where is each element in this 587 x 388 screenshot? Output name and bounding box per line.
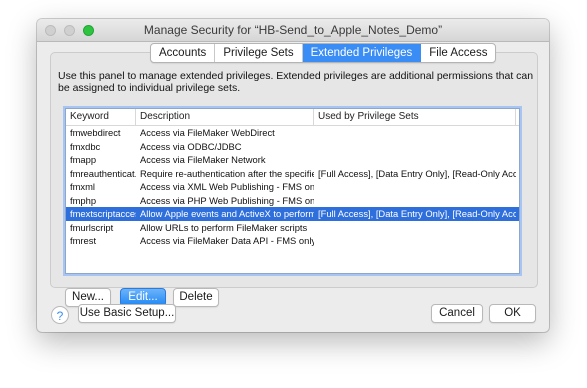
manage-security-dialog: Manage Security for “HB-Send_to_Apple_No… <box>37 19 549 332</box>
tab-accounts[interactable]: Accounts <box>151 44 216 62</box>
tab-bar: Accounts Privilege Sets Extended Privile… <box>150 43 497 63</box>
extended-privileges-table[interactable]: Keyword Description Used by Privilege Se… <box>65 108 520 274</box>
window-title: Manage Security for “HB-Send_to_Apple_No… <box>143 23 443 37</box>
cell-keyword: fmxdbc <box>70 140 101 152</box>
cell-used-by <box>314 194 516 208</box>
cell-keyword: fmextscriptaccess <box>70 208 136 219</box>
cell-used-by <box>314 221 516 235</box>
table-row[interactable]: fmwebdirect Access via FileMaker WebDire… <box>66 126 519 140</box>
column-header-description[interactable]: Description <box>136 109 314 125</box>
column-header-used-by[interactable]: Used by Privilege Sets <box>314 109 516 125</box>
use-basic-setup-button[interactable]: Use Basic Setup... <box>78 304 176 323</box>
table-row-selected[interactable]: fmextscriptaccess Allow Apple events and… <box>66 207 519 221</box>
cell-keyword: fmwebdirect <box>70 127 121 138</box>
cell-keyword: fmapp <box>70 154 97 165</box>
cell-used-by <box>314 153 516 167</box>
table-row[interactable]: fmapp Access via FileMaker Network <box>66 153 519 167</box>
cell-keyword: fmxml <box>70 181 95 192</box>
cell-description: Access via FileMaker Data API - FMS only <box>140 235 314 246</box>
cell-keyword: fmrest <box>70 235 97 246</box>
cell-description: Allow URLs to perform FileMaker scripts <box>140 221 308 233</box>
minimize-window-button[interactable] <box>64 25 75 36</box>
cell-description: Access via XML Web Publishing - FMS only <box>140 181 314 192</box>
cell-keyword: fmphp <box>70 194 97 206</box>
table-row[interactable]: fmxdbc Access via ODBC/JDBC <box>66 140 519 154</box>
cell-description: Access via FileMaker Network <box>140 154 266 165</box>
cell-description: Allow Apple events and ActiveX to perfor… <box>140 208 314 219</box>
cell-used-by <box>314 140 516 154</box>
cancel-button[interactable]: Cancel <box>431 304 483 323</box>
cell-description: Require re-authentication after the spec… <box>140 167 314 179</box>
close-window-button[interactable] <box>45 25 56 36</box>
delete-button[interactable]: Delete <box>173 288 219 307</box>
ok-button[interactable]: OK <box>489 304 536 323</box>
table-row[interactable]: fmxml Access via XML Web Publishing - FM… <box>66 180 519 194</box>
tab-panel: Use this panel to manage extended privil… <box>50 52 538 307</box>
table-row[interactable]: fmurlscript Allow URLs to perform FileMa… <box>66 221 519 235</box>
tab-extended-privileges[interactable]: Extended Privileges <box>302 44 422 62</box>
help-icon[interactable]: ? <box>51 306 69 324</box>
cell-used-by: [Full Access], [Data Entry Only], [Read-… <box>318 208 516 219</box>
cell-used-by: [Full Access], [Data Entry Only], [Read-… <box>318 167 516 179</box>
cell-used-by <box>314 126 516 140</box>
cell-used-by <box>314 180 516 194</box>
cell-used-by <box>314 234 516 248</box>
cell-keyword: fmreauthenticat... <box>70 167 136 179</box>
table-row[interactable]: fmrest Access via FileMaker Data API - F… <box>66 234 519 248</box>
table-header: Keyword Description Used by Privilege Se… <box>66 109 519 126</box>
title-bar: Manage Security for “HB-Send_to_Apple_No… <box>37 19 549 42</box>
tab-privilege-sets[interactable]: Privilege Sets <box>215 44 303 62</box>
table-row[interactable]: fmreauthenticat... Require re-authentica… <box>66 167 519 181</box>
column-header-keyword[interactable]: Keyword <box>66 109 136 125</box>
cell-keyword: fmurlscript <box>70 221 114 233</box>
cell-description: Access via PHP Web Publishing - FMS only <box>140 194 314 206</box>
instructions-text: Use this panel to manage extended privil… <box>58 70 534 94</box>
zoom-window-button[interactable] <box>83 25 94 36</box>
cell-description: Access via FileMaker WebDirect <box>140 127 275 138</box>
cell-description: Access via ODBC/JDBC <box>140 140 242 152</box>
table-row[interactable]: fmphp Access via PHP Web Publishing - FM… <box>66 194 519 208</box>
tab-file-access[interactable]: File Access <box>421 44 495 62</box>
